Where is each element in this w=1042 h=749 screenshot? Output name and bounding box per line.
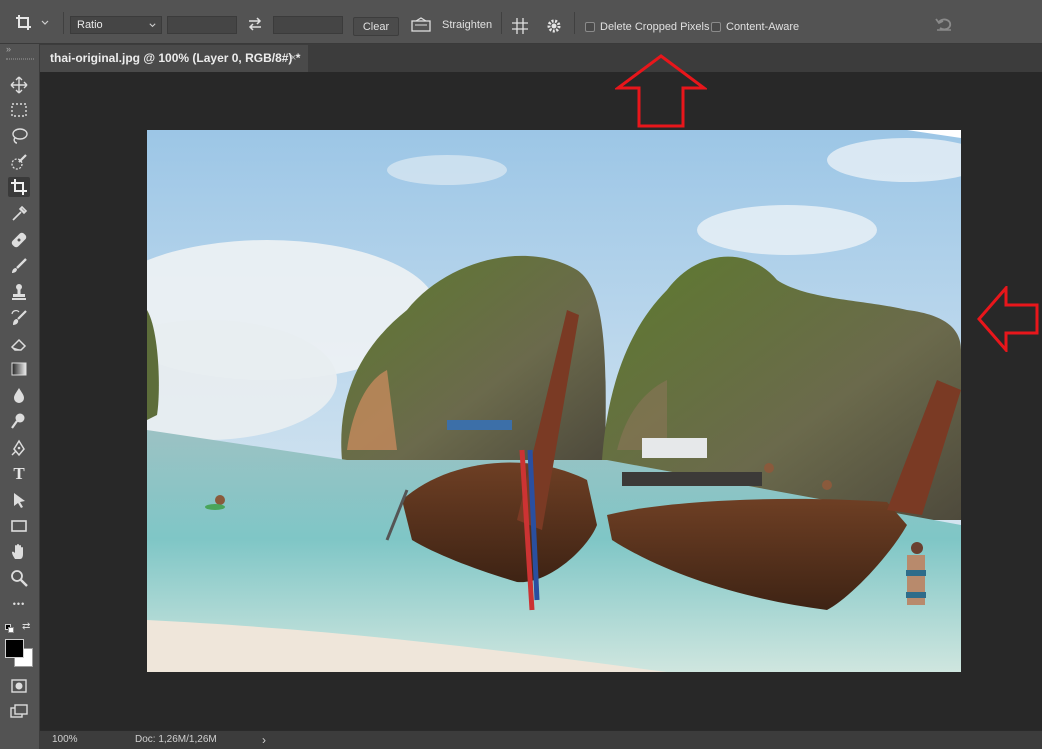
content-aware-checkbox[interactable] (711, 22, 721, 32)
eyedropper-icon (12, 205, 28, 221)
rectangle-icon (11, 520, 27, 532)
red-arrow-up-annotation (615, 54, 707, 128)
document-canvas[interactable] (40, 54, 1042, 730)
panel-grip[interactable] (6, 58, 34, 60)
hand-icon (12, 544, 23, 559)
close-tab-icon[interactable]: × (290, 45, 296, 72)
options-separator (574, 12, 575, 34)
zoom-tool[interactable] (8, 568, 30, 588)
hand-tool[interactable] (8, 542, 30, 562)
straighten-button[interactable]: Straighten (410, 14, 494, 36)
marquee-tool[interactable] (8, 100, 30, 120)
more-tools-icon: ••• (12, 599, 26, 609)
swap-colors-icon[interactable]: ⇄ (22, 621, 34, 633)
gradient-icon (11, 362, 27, 376)
options-separator (63, 12, 64, 34)
crop-settings-button[interactable] (543, 14, 565, 38)
tools-panel: » T ••• ⇄ (0, 44, 40, 749)
rectangle-tool[interactable] (8, 516, 30, 536)
clear-button-label: Clear (362, 20, 390, 33)
pen-tool[interactable] (8, 438, 30, 458)
quick-mask-button[interactable] (8, 676, 30, 696)
pen-icon (11, 439, 25, 457)
history-brush-icon (11, 310, 27, 325)
dodge-tool[interactable] (8, 411, 30, 431)
eraser-icon (10, 338, 27, 351)
screen-mode-button[interactable] (8, 702, 30, 722)
quick-select-icon (11, 154, 27, 170)
history-brush-tool[interactable] (8, 308, 30, 328)
delete-cropped-pixels-label: Delete Cropped Pixels (600, 21, 710, 33)
brush-tool[interactable] (8, 256, 30, 276)
document-tab-strip: thai-original.jpg @ 100% (Layer 0, RGB/8… (40, 44, 1042, 72)
swap-dimensions-button[interactable] (244, 14, 266, 34)
type-tool[interactable]: T (8, 464, 30, 484)
red-arrow-left-annotation (977, 286, 1039, 352)
level-icon (411, 17, 431, 32)
blur-tool[interactable] (8, 385, 30, 405)
dodge-icon (11, 413, 25, 429)
status-bar: 100% Doc: 1,26M/1,26M › (40, 730, 1042, 749)
move-icon (10, 76, 28, 94)
content-aware-label: Content-Aware (726, 21, 800, 33)
delete-cropped-pixels-checkbox[interactable] (585, 22, 595, 32)
crop-width-field[interactable] (167, 16, 237, 34)
crop-height-field[interactable] (273, 16, 343, 34)
marquee-icon (11, 103, 27, 117)
clone-stamp-tool[interactable] (8, 282, 30, 302)
crop-icon (16, 15, 31, 30)
beach-longtail-boats-photo (147, 130, 961, 672)
crop-tool[interactable] (8, 177, 30, 197)
status-info-menu-icon[interactable]: › (262, 733, 266, 747)
path-select-icon (14, 493, 25, 508)
panel-collapse-handle[interactable]: » (6, 44, 20, 54)
grid-overlay-icon (512, 18, 528, 34)
eyedropper-tool[interactable] (8, 204, 30, 224)
gear-icon (547, 19, 561, 33)
zoom-icon (11, 570, 28, 587)
undo-icon (935, 18, 952, 31)
healing-brush-tool[interactable] (8, 230, 30, 250)
reset-crop-button[interactable] (934, 14, 954, 34)
straighten-label: Straighten (442, 19, 493, 31)
document-size-info: Doc: 1,26M/1,26M (135, 734, 217, 745)
default-colors-icon[interactable] (5, 624, 14, 633)
crop-tool-preset-picker[interactable] (8, 13, 56, 33)
lasso-tool[interactable] (8, 126, 30, 146)
ratio-select-value: Ratio (77, 19, 103, 31)
brush-icon (12, 258, 27, 273)
quick-mask-icon (11, 679, 27, 693)
path-selection-tool[interactable] (8, 490, 30, 510)
photo-canvas-image[interactable] (147, 130, 961, 672)
chevron-down-icon (149, 23, 156, 28)
lasso-icon (12, 128, 28, 144)
gradient-tool[interactable] (8, 359, 30, 379)
type-icon: T (13, 464, 25, 483)
more-tools-button[interactable]: ••• (8, 594, 30, 614)
clear-button[interactable]: Clear (353, 17, 399, 36)
options-separator (501, 12, 502, 34)
healing-brush-icon (11, 232, 27, 248)
eraser-tool[interactable] (8, 334, 30, 354)
photoshop-window: Ratio Clear Straighten Delete Cropped Pi… (0, 0, 1042, 749)
document-tab-title: thai-original.jpg @ 100% (Layer 0, RGB/8… (50, 51, 301, 65)
foreground-color-swatch[interactable] (5, 639, 24, 658)
clone-stamp-icon (12, 284, 26, 300)
move-tool[interactable] (8, 75, 30, 95)
blur-icon (14, 388, 24, 403)
chevron-down-icon (41, 20, 49, 25)
crop-icon (11, 179, 27, 195)
swap-arrows-icon (248, 17, 262, 31)
ratio-select[interactable]: Ratio (70, 16, 162, 34)
screen-mode-icon (10, 704, 28, 718)
overlay-options-button[interactable] (508, 14, 532, 38)
quick-select-tool[interactable] (8, 152, 30, 172)
options-bar: Ratio Clear Straighten Delete Cropped Pi… (0, 0, 1042, 44)
document-tab[interactable]: thai-original.jpg @ 100% (Layer 0, RGB/8… (40, 45, 308, 72)
zoom-level-field[interactable]: 100% (52, 734, 78, 745)
